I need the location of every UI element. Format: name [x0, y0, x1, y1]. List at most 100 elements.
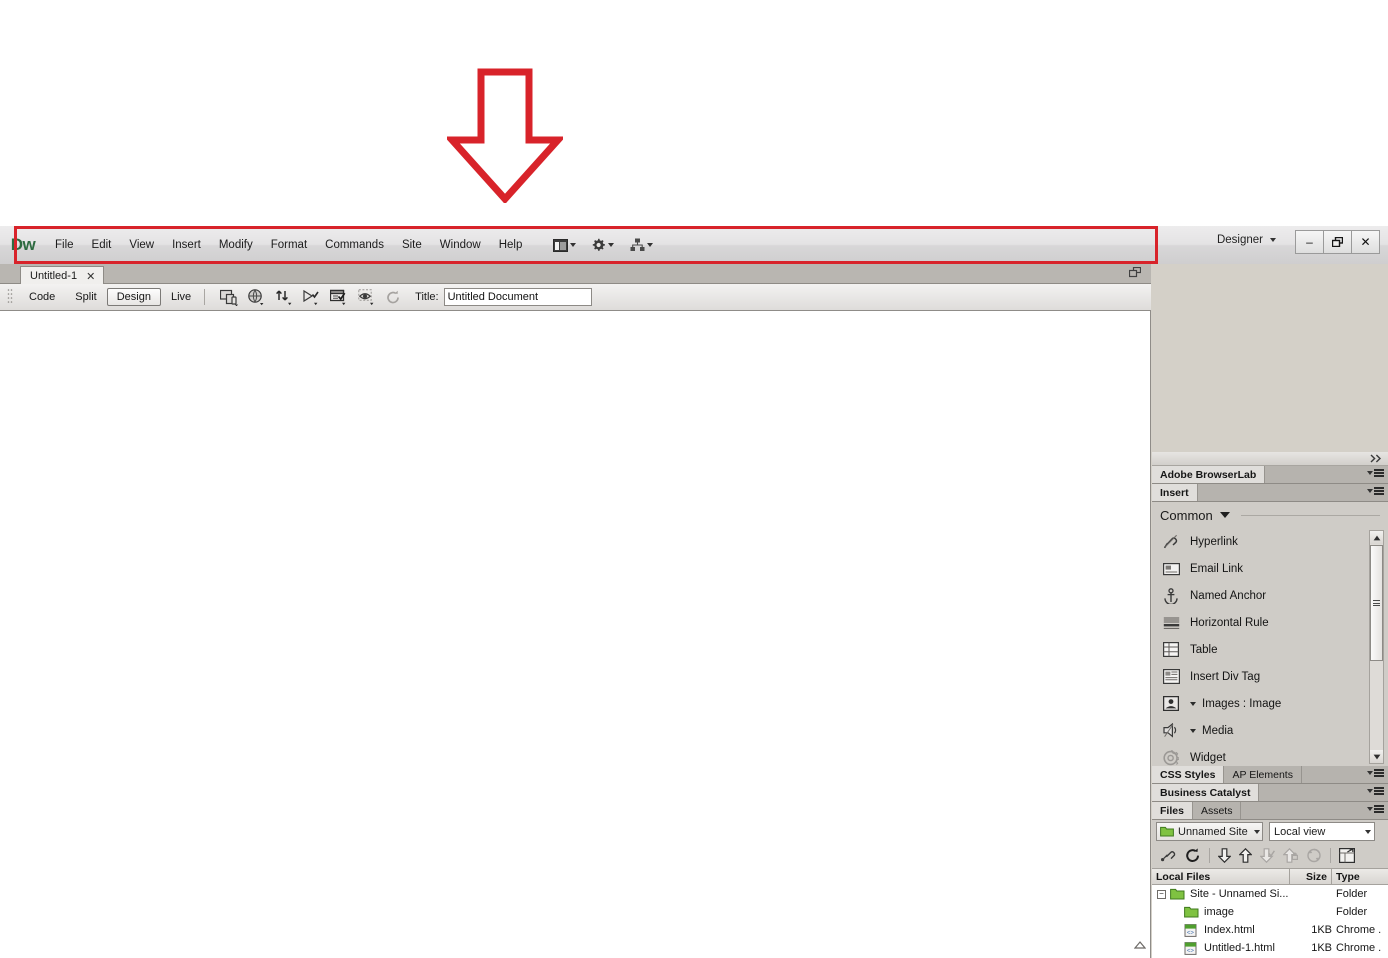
file-row-index-html[interactable]: <> Index.html 1KB Chrome .	[1152, 921, 1388, 939]
tab-adobe-browserlab[interactable]: Adobe BrowserLab	[1152, 466, 1266, 483]
view-button-split[interactable]: Split	[65, 288, 106, 306]
file-row-image-folder[interactable]: image Folder	[1152, 903, 1388, 921]
file-row-site-root[interactable]: − Site - Unnamed Si... Folder	[1152, 885, 1388, 903]
view-mode-select[interactable]: Local view	[1269, 822, 1375, 841]
menu-item-modify[interactable]: Modify	[210, 235, 262, 255]
tab-ap-elements[interactable]: AP Elements	[1224, 766, 1302, 783]
column-header-type[interactable]: Type	[1332, 869, 1388, 884]
toolbar-separator	[204, 289, 206, 305]
close-button[interactable]: ✕	[1351, 230, 1380, 254]
html-file-icon: <>	[1184, 923, 1197, 937]
panel-options-menu-icon[interactable]	[1367, 805, 1384, 813]
document-tab-strip: Untitled-1 ✕	[0, 264, 1151, 285]
refresh-icon[interactable]	[1185, 848, 1201, 863]
put-files-icon[interactable]	[1239, 848, 1252, 863]
scroll-up-arrow-icon[interactable]	[1370, 531, 1383, 544]
insert-item-horizontal-rule[interactable]: Horizontal Rule	[1152, 609, 1388, 636]
get-files-icon[interactable]	[1218, 848, 1231, 863]
menu-item-file[interactable]: File	[46, 235, 83, 255]
html-file-icon: <>	[1184, 941, 1197, 955]
view-button-design[interactable]: Design	[106, 288, 161, 306]
view-button-live[interactable]: Live	[161, 288, 201, 306]
refresh-design-view-button[interactable]	[386, 290, 401, 305]
tab-insert[interactable]: Insert	[1152, 484, 1198, 501]
insert-item-label: Media	[1202, 724, 1234, 737]
toolbar-grip-handle[interactable]	[5, 288, 15, 306]
menu-item-format[interactable]: Format	[262, 235, 316, 255]
document-title-input[interactable]	[443, 288, 592, 306]
insert-panel: Insert Common Hyperlink Email Link Named…	[1152, 484, 1388, 766]
menu-item-help[interactable]: Help	[490, 235, 532, 255]
expand-panels-icon	[1370, 454, 1382, 463]
named-anchor-icon	[1162, 587, 1180, 605]
minimize-button[interactable]: –	[1295, 230, 1324, 254]
column-header-size[interactable]: Size	[1290, 869, 1332, 884]
panel-options-menu-icon[interactable]	[1367, 469, 1384, 477]
chevron-down-icon[interactable]	[1190, 701, 1196, 706]
connect-to-remote-icon[interactable]	[1160, 848, 1177, 863]
annotation-arrow	[447, 68, 563, 203]
expand-collapse-icon[interactable]	[1339, 848, 1355, 863]
design-view-canvas[interactable]	[0, 311, 1151, 958]
insert-item-media[interactable]: Media	[1152, 717, 1388, 744]
synchronize-icon[interactable]	[1306, 848, 1322, 863]
visual-aids-icon	[358, 288, 374, 305]
insert-item-email-link[interactable]: Email Link	[1152, 555, 1388, 582]
tab-assets[interactable]: Assets	[1192, 802, 1242, 819]
panel-options-menu-icon[interactable]	[1367, 487, 1384, 495]
layout-icon	[553, 238, 569, 252]
view-button-code[interactable]: Code	[19, 288, 65, 306]
files-panel-toolbar: Unnamed Site Local view	[1152, 820, 1388, 843]
menu-item-view[interactable]: View	[120, 235, 163, 255]
validate-markup-button[interactable]	[330, 289, 349, 306]
insert-category-selector[interactable]: Common	[1152, 502, 1388, 528]
column-header-local-files[interactable]: Local Files	[1152, 869, 1290, 884]
layout-icon-button[interactable]	[553, 238, 577, 252]
insert-div-tag-icon	[1162, 668, 1180, 686]
menu-item-site[interactable]: Site	[393, 235, 431, 255]
insert-panel-scrollbar[interactable]	[1369, 530, 1384, 764]
insert-item-hyperlink[interactable]: Hyperlink	[1152, 528, 1388, 555]
title-label: Title:	[415, 291, 439, 303]
dreamweaver-window: Dw File Edit View Insert Modify Format C…	[0, 226, 1388, 958]
multiscreen-preview-button[interactable]	[220, 289, 239, 306]
document-restore-icon[interactable]	[1129, 267, 1141, 278]
insert-item-images-image[interactable]: Images : Image	[1152, 690, 1388, 717]
site-select[interactable]: Unnamed Site	[1156, 822, 1263, 841]
tree-collapse-toggle[interactable]: −	[1157, 889, 1166, 899]
insert-item-widget[interactable]: Widget	[1152, 744, 1388, 766]
menu-item-insert[interactable]: Insert	[163, 235, 210, 255]
check-in-icon[interactable]	[1283, 848, 1298, 863]
panel-options-menu-icon[interactable]	[1367, 787, 1384, 795]
preview-in-browser-button[interactable]	[248, 288, 266, 306]
file-size: 1KB	[1311, 924, 1332, 936]
menu-item-window[interactable]: Window	[431, 235, 490, 255]
file-management-button[interactable]	[275, 289, 293, 306]
panel-options-menu-icon[interactable]	[1367, 769, 1384, 777]
menu-item-edit[interactable]: Edit	[83, 235, 121, 255]
menu-icon-group	[553, 238, 654, 252]
site-manage-icon-button[interactable]	[630, 238, 654, 252]
workspace-switcher[interactable]: Designer	[1217, 234, 1276, 246]
document-tab-untitled-1[interactable]: Untitled-1 ✕	[20, 266, 105, 285]
scroll-down-arrow-icon[interactable]	[1370, 750, 1383, 763]
panel-resize-grip[interactable]	[1134, 940, 1146, 950]
check-browser-compatibility-button[interactable]	[302, 289, 321, 306]
check-out-icon[interactable]	[1260, 848, 1275, 863]
dock-expand-row[interactable]	[1152, 452, 1388, 466]
restore-button[interactable]	[1323, 230, 1352, 254]
chevron-down-icon[interactable]	[1190, 728, 1196, 733]
tab-business-catalyst[interactable]: Business Catalyst	[1152, 784, 1260, 801]
gear-icon-button[interactable]	[592, 238, 615, 252]
menu-item-commands[interactable]: Commands	[316, 235, 393, 255]
file-row-untitled-1-html[interactable]: <> Untitled-1.html 1KB Chrome .	[1152, 939, 1388, 957]
visual-aids-button[interactable]	[358, 288, 377, 306]
tab-css-styles[interactable]: CSS Styles	[1152, 766, 1225, 783]
close-icon[interactable]: ✕	[86, 270, 95, 283]
files-list-header: Local Files Size Type	[1152, 868, 1388, 885]
insert-item-insert-div-tag[interactable]: Insert Div Tag	[1152, 663, 1388, 690]
scrollbar-thumb[interactable]	[1370, 545, 1383, 661]
tab-files[interactable]: Files	[1152, 802, 1193, 819]
insert-item-named-anchor[interactable]: Named Anchor	[1152, 582, 1388, 609]
insert-item-table[interactable]: Table	[1152, 636, 1388, 663]
